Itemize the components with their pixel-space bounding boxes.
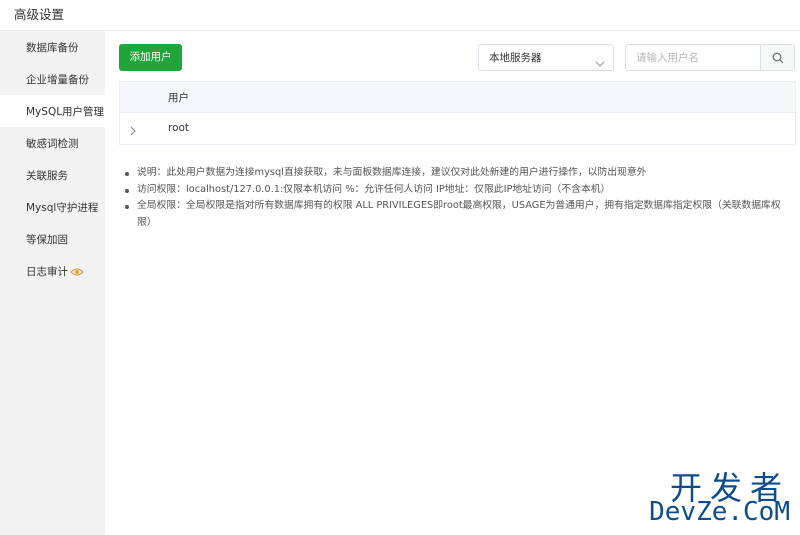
table-header: 用户 [120,82,795,113]
add-user-button[interactable]: 添加用户 [119,44,182,71]
search-input[interactable] [626,45,760,70]
sidebar-item-label: 关联服务 [26,170,68,182]
sidebar-item-label: 等保加固 [26,234,68,246]
sidebar-item-mysql-user-management[interactable]: MySQL用户管理 [0,95,105,127]
watermark-logo: 开发者 DevZe.CoM [640,463,790,527]
sidebar-item-incremental-backup[interactable]: 企业增量备份 [0,63,105,95]
sidebar-item-sensitive-words[interactable]: 敏感词检测 [0,127,105,159]
server-select[interactable]: 本地服务器 [478,44,614,71]
server-select-value: 本地服务器 [489,52,542,64]
page-title: 高级设置 [14,7,65,22]
sidebar-item-security-hardening[interactable]: 等保加固 [0,223,105,255]
chevron-right-icon[interactable] [129,121,137,140]
sidebar-item-mysql-daemon[interactable]: Mysql守护进程 [0,191,105,223]
chevron-down-icon [595,53,605,72]
sidebar-item-label-wrap: 日志审计 [26,264,84,280]
sidebar: 数据库备份 企业增量备份 MySQL用户管理 敏感词检测 关联服务 Mysql守… [0,31,105,535]
sidebar-item-label: Mysql守护进程 [26,202,99,214]
list-item: 全局权限：全局权限是指对所有数据库拥有的权限 ALL PRIVILEGES即ro… [123,198,795,231]
sidebar-item-label: 数据库备份 [26,42,79,54]
main-content: 添加用户 本地服务器 用户 root 说明：此处用户数据为连接mysql直接获取… [105,31,800,535]
sidebar-item-label: MySQL用户管理 [26,106,105,118]
search-button[interactable] [760,45,794,70]
sidebar-item-label: 企业增量备份 [26,74,89,86]
sidebar-item-label: 敏感词检测 [26,138,79,150]
search-box [625,44,795,71]
notes-list: 说明：此处用户数据为连接mysql直接获取，未与面板数据库连接，建议仅对此处新建… [123,165,795,231]
header: 高级设置 [0,0,800,31]
table-row[interactable]: root [120,113,795,144]
column-header-user: 用户 [168,92,189,104]
list-item: 说明：此处用户数据为连接mysql直接获取，未与面板数据库连接，建议仅对此处新建… [123,165,795,182]
watermark-en: DevZe.CoM [649,497,790,527]
list-item: 访问权限：localhost/127.0.0.1:仅限本机访问 %：允许任何人访… [123,182,795,199]
sidebar-item-log-audit[interactable]: 日志审计 [0,255,105,287]
table-cell-user: root [168,122,190,134]
sidebar-item-related-services[interactable]: 关联服务 [0,159,105,191]
sidebar-item-database-backup[interactable]: 数据库备份 [0,31,105,63]
eye-icon [70,267,84,280]
user-table: 用户 root [119,81,796,145]
sidebar-item-label: 日志审计 [26,266,68,278]
search-icon [772,52,784,64]
